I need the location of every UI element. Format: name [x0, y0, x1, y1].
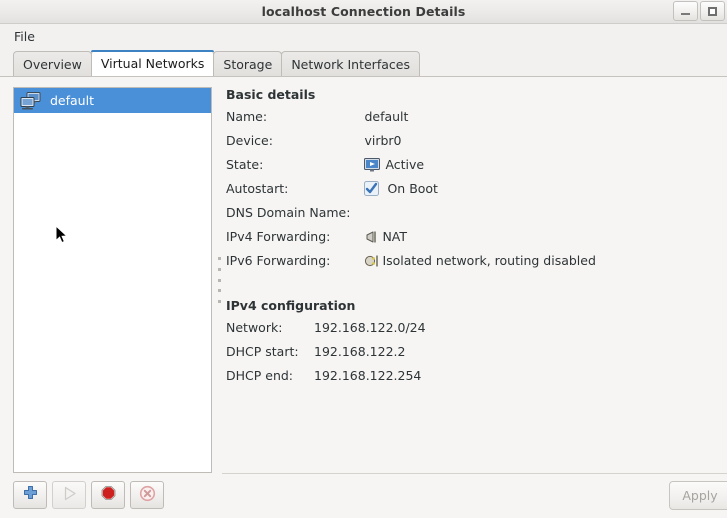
footer-toolbar: Apply — [0, 473, 727, 518]
detail-row-device: Device: virbr0 — [226, 133, 596, 157]
notebook: Overview Virtual Networks Storage Networ… — [0, 50, 727, 518]
detail-value-state: Active — [385, 157, 425, 172]
detail-value-ipv4-forwarding: NAT — [382, 229, 408, 244]
apply-button[interactable]: Apply — [669, 481, 727, 510]
detail-value-device: virbr0 — [364, 133, 402, 148]
detail-label-name: Name: — [226, 109, 268, 124]
delete-icon — [139, 485, 156, 506]
list-item-label: default — [50, 93, 94, 108]
detail-value-autostart-cell: On Boot — [364, 181, 595, 205]
title-bar: localhost Connection Details — [0, 0, 727, 24]
maximize-button[interactable] — [700, 1, 725, 21]
detail-value-ipv6-forwarding: Isolated network, routing disabled — [382, 253, 596, 268]
maximize-icon — [708, 6, 717, 16]
ipv4-row-network: Network: 192.168.122.0/24 — [226, 320, 426, 344]
network-list[interactable]: default — [13, 87, 212, 473]
panel-splitter[interactable] — [212, 87, 226, 473]
tab-page-virtual-networks: default Basic details Name: default Devi… — [0, 76, 727, 518]
plug-isolated-icon — [364, 254, 380, 268]
detail-row-ipv4-forwarding: IPv4 Forwarding: NAT — [226, 229, 596, 253]
detail-value-state-cell: Active — [364, 157, 595, 181]
detail-label-autostart: Autostart: — [226, 181, 289, 196]
ipv4-row-dhcp-start: DHCP start: 192.168.122.2 — [226, 344, 426, 368]
detail-row-state: State: Active — [226, 157, 596, 181]
detail-label-ipv4-forwarding: IPv4 Forwarding: — [226, 229, 331, 244]
detail-row-ipv6-forwarding: IPv6 Forwarding: Isolated network, routi… — [226, 253, 596, 277]
detail-label-dns-domain: DNS Domain Name: — [226, 205, 351, 220]
window-controls — [673, 1, 725, 21]
detail-value-autostart: On Boot — [387, 181, 438, 196]
window-title: localhost Connection Details — [261, 4, 466, 19]
ipv4-row-dhcp-end: DHCP end: 192.168.122.254 — [226, 368, 426, 392]
detail-row-autostart: Autostart: On Boot — [226, 181, 596, 205]
basic-details-table: Name: default Device: virbr0 State: Acti… — [226, 109, 596, 277]
detail-value-ipv6-forwarding-cell: Isolated network, routing disabled — [364, 253, 596, 277]
detail-value-ipv4-forwarding-cell: NAT — [364, 229, 595, 253]
detail-label-ipv6-forwarding: IPv6 Forwarding: — [226, 253, 331, 268]
tab-overview[interactable]: Overview — [13, 51, 92, 76]
footer-separator — [222, 473, 727, 474]
detail-label-device: Device: — [226, 133, 273, 148]
body-split: default Basic details Name: default Devi… — [0, 77, 727, 473]
ipv4-value-dhcp-start: 192.168.122.2 — [314, 344, 406, 359]
connection-details-window: localhost Connection Details File Overvi… — [0, 0, 727, 518]
menu-item-file[interactable]: File — [8, 26, 41, 47]
ipv4-label-dhcp-start: DHCP start: — [226, 344, 299, 359]
basic-details-heading: Basic details — [226, 87, 316, 102]
minimize-icon — [681, 13, 690, 15]
start-network-button[interactable] — [52, 481, 86, 509]
network-details: Basic details Name: default Device: virb… — [226, 87, 727, 473]
list-item-default[interactable]: default — [14, 88, 211, 113]
splitter-handle — [217, 257, 221, 303]
tab-network-interfaces[interactable]: Network Interfaces — [281, 51, 420, 76]
detail-row-name: Name: default — [226, 109, 596, 133]
detail-label-state: State: — [226, 157, 264, 172]
plus-icon — [22, 485, 39, 506]
minimize-button[interactable] — [673, 1, 698, 21]
delete-network-button[interactable] — [130, 481, 164, 509]
network-computers-icon — [20, 91, 42, 110]
stop-icon — [100, 485, 117, 506]
tab-virtual-networks[interactable]: Virtual Networks — [90, 50, 215, 76]
ipv4-label-network: Network: — [226, 320, 283, 335]
tab-storage[interactable]: Storage — [213, 51, 283, 76]
menu-bar: File — [0, 24, 727, 50]
ipv4-configuration-table: Network: 192.168.122.0/24 DHCP start: 19… — [226, 320, 426, 392]
nat-forward-icon — [364, 230, 380, 244]
stop-network-button[interactable] — [91, 481, 125, 509]
ipv4-configuration-heading: IPv4 configuration — [226, 298, 356, 313]
tab-bar: Overview Virtual Networks Storage Networ… — [0, 50, 727, 76]
play-icon — [61, 485, 78, 506]
ipv4-value-network: 192.168.122.0/24 — [314, 320, 426, 335]
detail-value-dns-domain — [364, 205, 595, 229]
checkbox-checked-icon[interactable] — [364, 181, 380, 196]
ipv4-value-dhcp-end: 192.168.122.254 — [314, 368, 422, 383]
detail-row-dns-domain: DNS Domain Name: — [226, 205, 596, 229]
detail-value-name: default — [364, 109, 409, 124]
ipv4-label-dhcp-end: DHCP end: — [226, 368, 294, 383]
monitor-active-icon — [364, 157, 381, 172]
add-network-button[interactable] — [13, 481, 47, 509]
